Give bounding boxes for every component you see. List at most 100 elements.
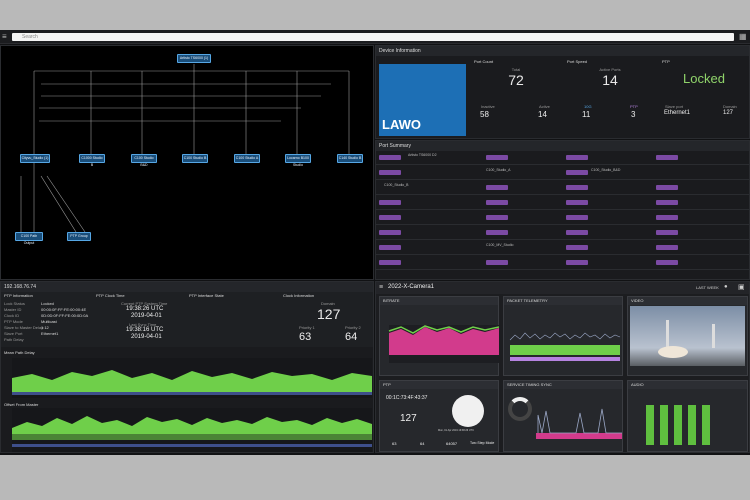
port-speed-box: Port Speed Active Ports 14 10G PTP 11 3 bbox=[564, 56, 656, 138]
dashboard-screen: ≡ Search ▦ Artisto TS6000 (1) Cityvu_Stu… bbox=[0, 30, 750, 455]
port-chip bbox=[566, 200, 588, 205]
port-count-box: Port Count Total 72 Inactive Active 58 1… bbox=[471, 56, 561, 138]
row-name: Artisto TS6000 D2 bbox=[408, 153, 437, 157]
audio-meters bbox=[642, 397, 737, 445]
tile-title: SERVICE TIMING SYNC bbox=[504, 381, 622, 389]
menu-icon[interactable]: ≡ bbox=[2, 33, 10, 41]
topology-node-1[interactable]: Cityvu_Studio (1) bbox=[20, 154, 50, 163]
rocket bbox=[712, 324, 715, 348]
port-chip bbox=[656, 230, 678, 235]
tile-title: VIDEO bbox=[628, 297, 747, 305]
tile-title: PACKET TELEMETRY bbox=[504, 297, 622, 305]
clock-info-title: Clock Information bbox=[283, 293, 315, 298]
summary-row[interactable]: Artisto TS6000 D2 bbox=[376, 151, 749, 165]
menu-icon[interactable]: ≡ bbox=[379, 284, 383, 291]
tile-title: BITRATE bbox=[380, 297, 498, 305]
settings-icon[interactable]: ▣ bbox=[738, 283, 745, 291]
port-chip bbox=[656, 155, 678, 160]
camera-header: ≡ 2022-X-Camera1 LAST WEEK ● ▣ bbox=[376, 282, 749, 294]
rocket bbox=[666, 320, 669, 348]
time-range[interactable]: LAST WEEK bbox=[696, 285, 719, 290]
port-chip bbox=[656, 245, 678, 250]
ptp-info-columns: PTP Information PTP Clock Time PTP Inter… bbox=[1, 292, 373, 347]
topology-root-node[interactable]: Artisto TS6000 (1) bbox=[177, 54, 211, 63]
row-name: C100_Studio_B bbox=[384, 183, 409, 187]
port-summary-title: Port Summary bbox=[376, 141, 749, 151]
port-chip bbox=[486, 230, 508, 235]
bitrate-chart bbox=[388, 325, 499, 363]
mean-path-title: Mean Path Delay bbox=[4, 350, 35, 355]
port-summary-panel: Port Summary Artisto TS6000 D2 C100_Stud… bbox=[375, 140, 750, 280]
device-info-title: Device Information bbox=[376, 46, 749, 56]
telemetry-chart bbox=[509, 332, 621, 361]
port-chip bbox=[566, 260, 588, 265]
summary-row[interactable]: C100_MV_Studio bbox=[376, 241, 749, 255]
port-chip bbox=[656, 215, 678, 220]
speed-b-value: 3 bbox=[631, 110, 636, 119]
video-tile[interactable]: VIDEO bbox=[627, 296, 748, 376]
clock-time-title: PTP Clock Time bbox=[96, 293, 125, 298]
summary-row[interactable] bbox=[376, 226, 749, 240]
gauge bbox=[508, 397, 532, 421]
ptp-tile[interactable]: PTP 00:1C:73:4F:43:37 127 Mon, 01 Apr 20… bbox=[379, 380, 499, 452]
search-input[interactable]: Search bbox=[12, 33, 734, 41]
topology-node-6[interactable]: Locarno B100 Studio bbox=[285, 154, 311, 167]
service-timing-tile[interactable]: SERVICE TIMING SYNC bbox=[503, 380, 623, 452]
port-chip bbox=[566, 185, 588, 190]
ptp-locked-value: Locked bbox=[683, 71, 725, 86]
active-value: 14 bbox=[538, 110, 547, 119]
camera-title: 2022-X-Camera1 bbox=[388, 284, 435, 290]
port-chip bbox=[566, 245, 588, 250]
clock-face bbox=[452, 395, 484, 427]
topology-node-7[interactable]: C140 Studio B bbox=[337, 154, 363, 163]
grid-icon[interactable]: ▦ bbox=[739, 33, 747, 41]
port-chip bbox=[379, 245, 401, 250]
topology-node-2[interactable]: C1000 Studio B bbox=[79, 154, 105, 167]
rocket-video-thumbnail bbox=[630, 306, 745, 366]
summary-row[interactable] bbox=[376, 256, 749, 270]
field-label: Slave Port bbox=[4, 331, 23, 336]
lawo-logo: LAWO bbox=[379, 64, 466, 136]
topology-leaf-1[interactable]: C100 Path Output bbox=[15, 232, 43, 245]
audio-meter bbox=[646, 405, 654, 445]
ptp-domain-value: 127 bbox=[400, 413, 417, 424]
bitrate-tile[interactable]: BITRATE bbox=[379, 296, 499, 376]
field-value: 0D:0D:0F:FF:FE:00:0D:0A bbox=[41, 313, 89, 318]
port-chip bbox=[379, 260, 401, 265]
ptp-status-box: PTP Locked Slave port Domain Ethernet1 1… bbox=[659, 56, 749, 138]
port-chip bbox=[379, 230, 401, 235]
summary-row[interactable] bbox=[376, 196, 749, 210]
field-value: Locked bbox=[41, 301, 54, 306]
audio-meter bbox=[660, 405, 668, 445]
port-chip bbox=[486, 260, 508, 265]
timing-chart bbox=[536, 408, 622, 439]
ptp-time-value: 00:1C:73:4F:43:37 bbox=[386, 395, 428, 401]
mean-path-chart bbox=[12, 358, 372, 398]
packet-telemetry-tile[interactable]: PACKET TELEMETRY bbox=[503, 296, 623, 376]
summary-row[interactable]: C100_Studio_A C100_Studio_B&D bbox=[376, 166, 749, 180]
ptp-val: 64057 bbox=[446, 441, 458, 446]
ptp-label: PTP bbox=[662, 59, 670, 64]
bell-icon[interactable]: ● bbox=[724, 284, 728, 290]
summary-row[interactable] bbox=[376, 211, 749, 225]
port-chip bbox=[486, 185, 508, 190]
port-chip bbox=[656, 185, 678, 190]
domain-value: 127 bbox=[723, 110, 734, 116]
summary-row[interactable]: C100_Studio_B bbox=[376, 181, 749, 195]
port-speed-label: Port Speed bbox=[567, 59, 588, 64]
topology-node-5[interactable]: C100 Studio A bbox=[234, 154, 260, 163]
row-name: C100_Studio_A bbox=[486, 168, 511, 172]
row-name: C100_MV_Studio bbox=[486, 243, 514, 247]
topology-leaf-2[interactable]: PTP Group bbox=[67, 232, 91, 241]
ptp-val: 63 bbox=[392, 441, 397, 446]
port-chip bbox=[486, 200, 508, 205]
total-value: 72 bbox=[508, 72, 524, 88]
field-label: Lock Status bbox=[4, 301, 25, 306]
port-chip bbox=[379, 170, 401, 175]
audio-meter bbox=[702, 405, 710, 445]
priority2-label: Priority 2 bbox=[345, 325, 361, 330]
audio-tile[interactable]: AUDIO bbox=[627, 380, 748, 452]
slave-port-value: Ethernet1 bbox=[664, 110, 691, 116]
topology-node-4[interactable]: C100 Studio B bbox=[182, 154, 208, 163]
topology-node-3[interactable]: C100 Studio B&D bbox=[131, 154, 157, 167]
